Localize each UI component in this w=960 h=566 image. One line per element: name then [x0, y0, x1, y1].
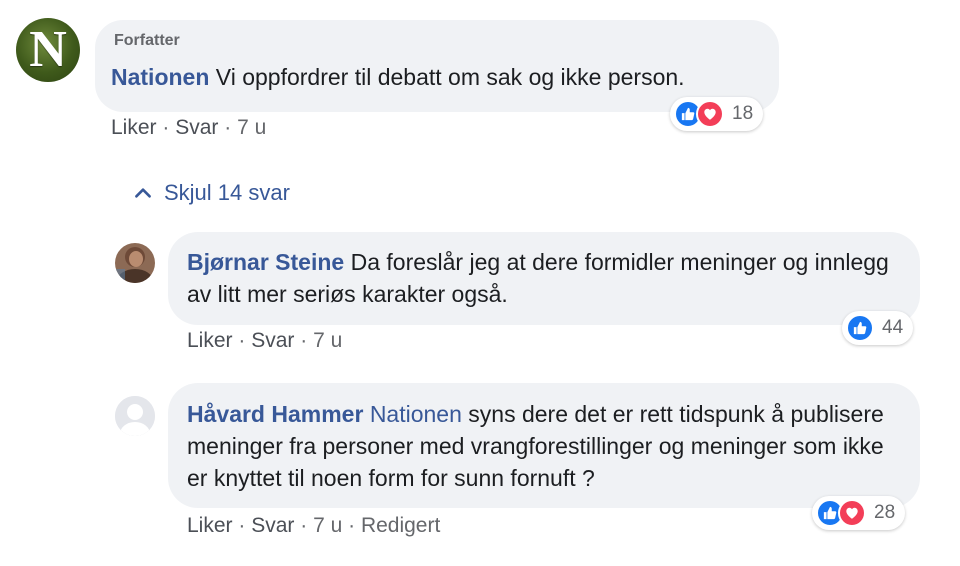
like-button[interactable]: Liker [187, 514, 233, 537]
hide-replies-label: Skjul 14 svar [164, 180, 290, 205]
timestamp[interactable]: 7 u [313, 329, 342, 352]
reply-actions: Liker · Svar · 7 u · Redigert [187, 514, 440, 538]
reply-reactions[interactable]: 44 [842, 311, 914, 345]
reply-button[interactable]: Svar [251, 329, 294, 352]
reply-author-link[interactable]: Bjørnar Steine [187, 249, 344, 275]
separator: · [162, 116, 176, 139]
separator: · [238, 329, 252, 352]
author-badge: Forfatter [114, 32, 180, 49]
like-button[interactable]: Liker [187, 329, 233, 352]
comment-body: Nationen Vi oppfordrer til debatt om sak… [111, 61, 685, 93]
reply-body: Bjørnar Steine Da foreslår jeg at dere f… [187, 246, 907, 310]
havard-hammer-avatar[interactable] [115, 396, 155, 436]
bjornar-steine-avatar[interactable] [115, 243, 155, 283]
separator: · [348, 514, 361, 537]
separator: · [238, 514, 252, 537]
hide-replies-toggle[interactable]: Skjul 14 svar [132, 180, 290, 206]
timestamp[interactable]: 7 u [313, 514, 342, 537]
default-user-icon [115, 396, 155, 436]
comment-author-link[interactable]: Nationen [111, 64, 209, 90]
like-icon [846, 314, 874, 342]
love-icon [696, 100, 724, 128]
separator: · [300, 514, 314, 537]
timestamp[interactable]: 7 u [237, 116, 266, 139]
nationen-avatar[interactable]: N [16, 18, 80, 82]
comment-actions: Liker · Svar · 7 u [111, 116, 266, 140]
separator: · [300, 329, 314, 352]
reply-reactions[interactable]: 28 [812, 496, 906, 530]
reaction-count: 28 [874, 502, 896, 523]
reaction-count: 44 [882, 317, 904, 338]
reply-author-link[interactable]: Håvard Hammer [187, 401, 363, 427]
reply-button[interactable]: Svar [175, 116, 218, 139]
mention-link[interactable]: Nationen [370, 401, 462, 427]
reply-body: Håvard Hammer Nationen syns dere det er … [187, 398, 907, 494]
chevron-up-icon [135, 188, 151, 198]
reply-actions: Liker · Svar · 7 u [187, 329, 342, 353]
like-button[interactable]: Liker [111, 116, 157, 139]
edited-label[interactable]: Redigert [361, 514, 440, 537]
love-icon [838, 499, 866, 527]
comment-reactions[interactable]: 18 [670, 97, 764, 131]
reply-button[interactable]: Svar [251, 514, 294, 537]
reaction-count: 18 [732, 103, 754, 124]
separator: · [224, 116, 238, 139]
avatar-letter: N [29, 21, 67, 78]
comment-text: Vi oppfordrer til debatt om sak og ikke … [215, 64, 685, 90]
